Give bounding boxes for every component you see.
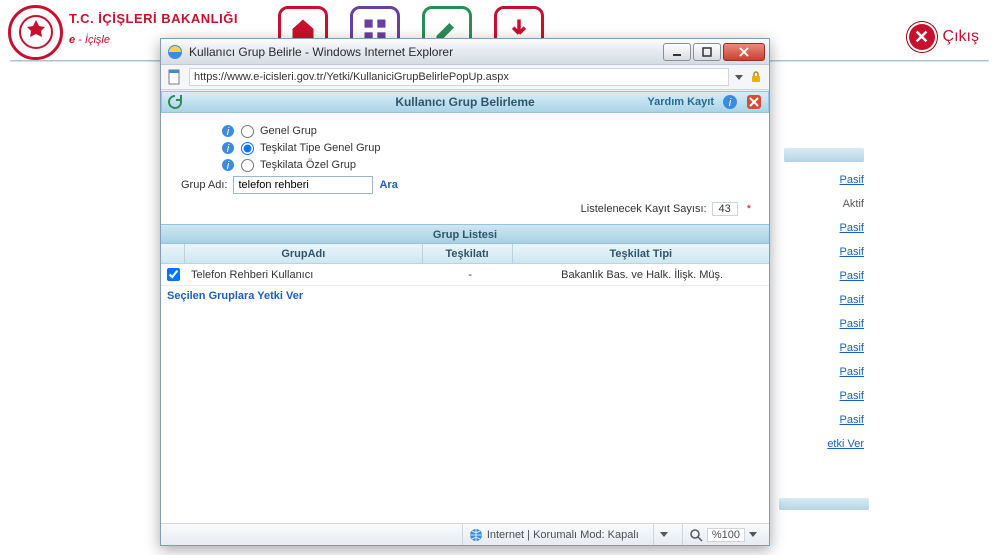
row-name: Telefon Rehberi Kullanıcı [185, 269, 425, 281]
bg-status-passive-link[interactable]: Pasif [784, 222, 864, 234]
bg-status-passive-link[interactable]: Pasif [784, 390, 864, 402]
popup-client-area: Kullanıcı Grup Belirleme Yardım Kayıt i … [161, 90, 769, 545]
bg-status-passive-link[interactable]: Pasif [784, 270, 864, 282]
page-icon [167, 69, 183, 85]
zoom-icon [689, 528, 703, 542]
popup-window: Kullanıcı Grup Belirle - Windows Interne… [160, 38, 770, 546]
window-close-button[interactable] [723, 43, 765, 61]
grid-header-checkbox [161, 244, 185, 263]
row-checkbox[interactable] [167, 268, 180, 281]
bg-status-passive-link[interactable]: Pasif [784, 294, 864, 306]
status-bar: Internet | Korumalı Mod: Kapalı %100 [161, 523, 769, 545]
lock-icon [749, 70, 763, 84]
bg-status-passive-link[interactable]: Pasif [784, 246, 864, 258]
status-zoom-segment[interactable]: %100 [682, 524, 763, 545]
globe-icon [469, 528, 483, 542]
url-input[interactable] [189, 68, 729, 86]
minimize-button[interactable] [663, 43, 691, 61]
address-bar [161, 65, 769, 90]
record-count-value: 43 [712, 202, 738, 216]
info-icon[interactable]: i [221, 124, 235, 138]
bg-status-active: Aktif [784, 198, 864, 210]
filter-form: i Genel Grup i Teşkilat Tipe Genel Grup … [161, 113, 769, 224]
group-name-label: Grup Adı: [181, 179, 227, 191]
status-mode-text: Internet | Korumalı Mod: Kapalı [487, 529, 639, 541]
chevron-down-icon [660, 532, 668, 537]
radio-row-general: i Genel Grup [221, 124, 757, 138]
grid-header-org[interactable]: Teşkilatı [423, 244, 513, 263]
radio-general[interactable] [241, 125, 254, 138]
status-protected-dropdown[interactable] [653, 524, 674, 545]
zoom-value: %100 [707, 528, 745, 542]
radio-row-by-type: i Teşkilat Tipe Genel Grup [221, 141, 757, 155]
grid-empty-space [161, 306, 769, 523]
chevron-down-icon [735, 75, 743, 80]
search-link[interactable]: Ara [379, 179, 397, 191]
bg-status-passive-link[interactable]: Pasif [784, 414, 864, 426]
radio-by-type[interactable] [241, 142, 254, 155]
row-org: - [425, 269, 515, 281]
info-icon[interactable]: i [722, 94, 738, 110]
info-icon[interactable]: i [221, 141, 235, 155]
page-close-icon[interactable] [746, 94, 762, 110]
bg-grant-link[interactable]: etki Ver [784, 438, 864, 450]
chevron-down-icon [749, 532, 757, 537]
maximize-button[interactable] [693, 43, 721, 61]
radio-by-org[interactable] [241, 159, 254, 172]
ministry-name: T.C. İÇİŞLERİ BAKANLIĞI [69, 12, 238, 27]
radio-general-label: Genel Grup [260, 125, 317, 137]
table-row[interactable]: Telefon Rehberi Kullanıcı-Bakanlık Bas. … [161, 264, 769, 286]
page-header: Kullanıcı Grup Belirleme Yardım Kayıt i [161, 91, 769, 113]
bg-status-passive-link[interactable]: Pasif [784, 342, 864, 354]
grant-permission-link[interactable]: Seçilen Gruplara Yetki Ver [161, 286, 769, 306]
required-star-icon: * [747, 203, 751, 215]
grid-header-name[interactable]: GrupAdı [185, 244, 423, 263]
bg-status-passive-link[interactable]: Pasif [784, 366, 864, 378]
refresh-icon[interactable] [166, 93, 184, 111]
exit-label: Çıkış [943, 28, 979, 46]
record-count-row: Listelenecek Kayıt Sayısı: 43 * [181, 202, 751, 216]
close-icon: ✕ [907, 22, 937, 52]
group-name-row: Grup Adı: Ara [181, 176, 757, 194]
status-security-segment: Internet | Korumalı Mod: Kapalı [462, 524, 645, 545]
ie-icon [167, 44, 183, 60]
ministry-logo [8, 5, 63, 60]
grid-header-row: GrupAdı Teşkilatı Teşkilat Tipi [161, 244, 769, 264]
window-titlebar[interactable]: Kullanıcı Grup Belirle - Windows Interne… [161, 39, 769, 65]
radio-by-org-label: Teşkilata Özel Grup [260, 159, 356, 171]
address-dropdown[interactable] [735, 71, 743, 83]
grid-header-type[interactable]: Teşkilat Tipi [513, 244, 769, 263]
exit-button[interactable]: ✕ Çıkış [907, 22, 979, 52]
bg-status-passive-link[interactable]: Pasif [784, 174, 864, 186]
group-name-input[interactable] [233, 176, 373, 194]
help-link[interactable]: Yardım Kayıt [647, 96, 714, 108]
background-bottom-bar [779, 498, 869, 510]
radio-row-by-org: i Teşkilata Özel Grup [221, 158, 757, 172]
window-title: Kullanıcı Grup Belirle - Windows Interne… [189, 45, 663, 59]
info-icon[interactable]: i [221, 158, 235, 172]
background-status-strip: Pasif Aktif Pasif Pasif Pasif Pasif Pasif Pasif… [784, 148, 864, 462]
record-count-label: Listelenecek Kayıt Sayısı: [581, 203, 707, 215]
bg-status-passive-link[interactable]: Pasif [784, 318, 864, 330]
grid-body: Telefon Rehberi Kullanıcı-Bakanlık Bas. … [161, 264, 769, 286]
row-type: Bakanlık Bas. ve Halk. İlişk. Müş. [515, 269, 769, 281]
background-strip-bar [784, 148, 864, 162]
grid-title: Grup Listesi [161, 224, 769, 244]
radio-by-type-label: Teşkilat Tipe Genel Grup [260, 142, 380, 154]
